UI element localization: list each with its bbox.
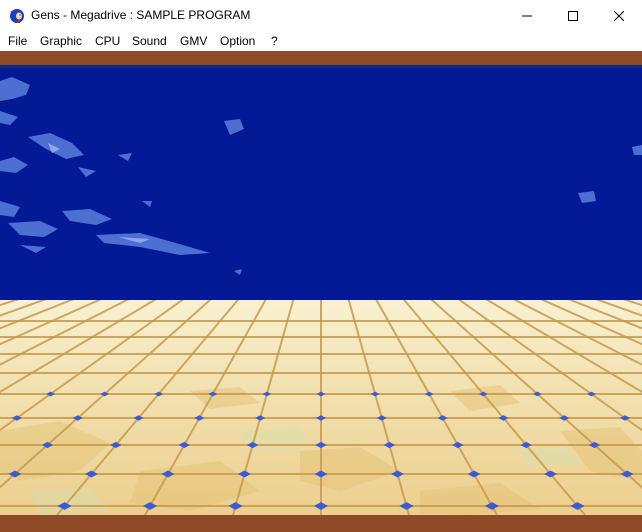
game-screen[interactable] [0,51,642,532]
top-border [0,51,642,67]
maximize-icon [568,10,578,21]
menu-help[interactable]: ? [271,34,278,48]
title-bar: Gens - Megadrive : SAMPLE PROGRAM [0,0,642,31]
close-icon [614,10,624,21]
menu-bar: File Graphic CPU Sound GMV Option ? [0,31,642,51]
game-scene [0,51,642,532]
sonic-icon[interactable] [8,6,26,24]
menu-gmv[interactable]: GMV [180,34,207,48]
maximize-button[interactable] [550,0,596,31]
window-title: Gens - Megadrive : SAMPLE PROGRAM [31,8,251,22]
sky [0,68,642,300]
menu-sound[interactable]: Sound [132,34,167,48]
bottom-border [0,515,642,532]
close-button[interactable] [596,0,642,31]
minimize-button[interactable] [504,0,550,31]
minimize-icon [522,11,532,21]
menu-file[interactable]: File [8,34,27,48]
menu-option[interactable]: Option [220,34,255,48]
menu-cpu[interactable]: CPU [95,34,120,48]
menu-graphic[interactable]: Graphic [40,34,82,48]
